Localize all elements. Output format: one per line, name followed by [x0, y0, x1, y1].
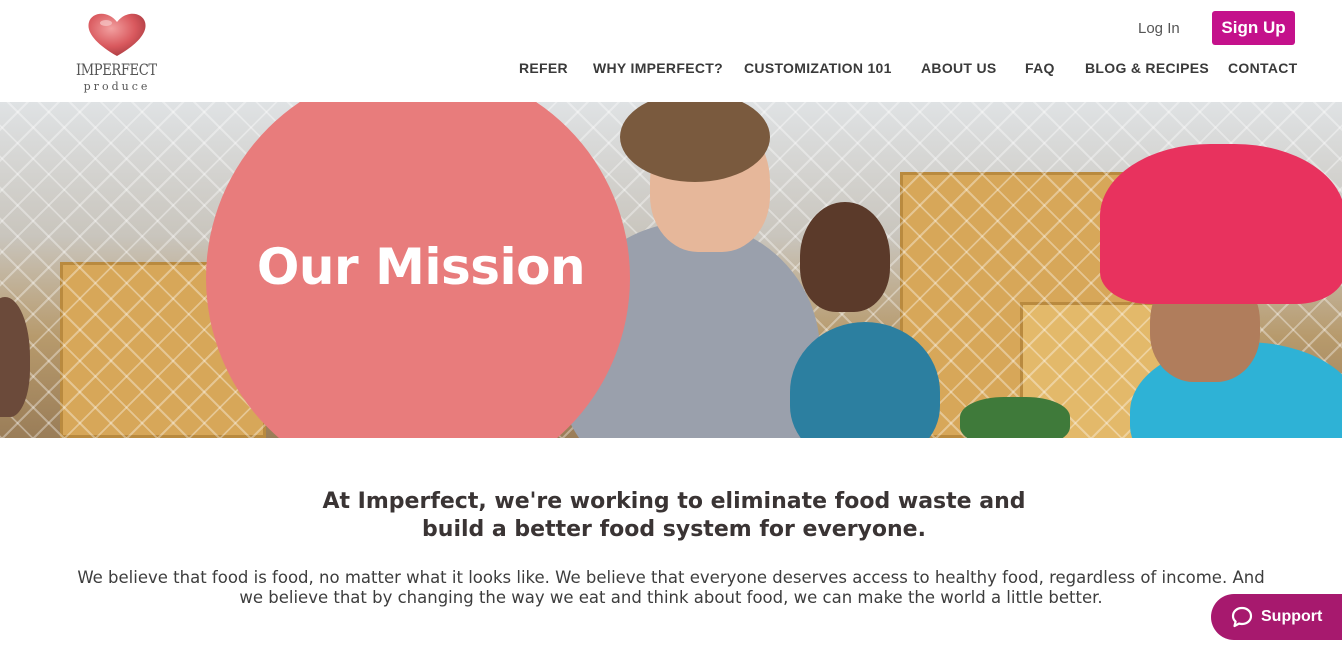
support-label: Support	[1261, 608, 1323, 625]
leafy-greens	[960, 397, 1070, 438]
site-header: IMPERFECT produce Log In Sign Up REFER W…	[0, 0, 1342, 102]
red-bucket-hat	[1100, 144, 1342, 304]
nav-item-why-imperfect[interactable]: WHY IMPERFECT?	[593, 60, 723, 76]
login-link[interactable]: Log In	[1138, 20, 1180, 37]
nav-item-about-us[interactable]: ABOUT US	[921, 60, 997, 76]
nav-item-customization-101[interactable]: CUSTOMIZATION 101	[744, 60, 892, 76]
main-nav: REFER WHY IMPERFECT? CUSTOMIZATION 101 A…	[0, 60, 1342, 80]
nav-item-refer[interactable]: REFER	[519, 60, 568, 76]
mission-headline: At Imperfect, we're working to eliminate…	[200, 488, 1148, 544]
headline-line-1: At Imperfect, we're working to eliminate…	[322, 489, 1026, 514]
statement-line-1: We believe that food is food, no matter …	[77, 568, 1265, 587]
nav-item-contact[interactable]: CONTACT	[1228, 60, 1298, 76]
mission-statement: We believe that food is food, no matter …	[40, 568, 1302, 608]
logo-subtitle: produce	[83, 80, 151, 93]
nav-item-faq[interactable]: FAQ	[1025, 60, 1055, 76]
support-button[interactable]: Support	[1211, 594, 1342, 640]
imperfect-produce-logo[interactable]: IMPERFECT produce	[76, 10, 158, 94]
nav-item-blog-recipes[interactable]: BLOG & RECIPES	[1085, 60, 1209, 76]
statement-line-2: we believe that by changing the way we e…	[239, 588, 1103, 607]
chat-bubble-icon	[1231, 606, 1253, 628]
headline-line-2: build a better food system for everyone.	[422, 517, 926, 542]
hero-title: Our Mission	[256, 238, 586, 296]
hero-banner: Our Mission	[0, 102, 1342, 438]
second-person-face	[800, 202, 890, 312]
signup-button[interactable]: Sign Up	[1212, 11, 1295, 45]
heart-logo-icon	[88, 13, 146, 56]
